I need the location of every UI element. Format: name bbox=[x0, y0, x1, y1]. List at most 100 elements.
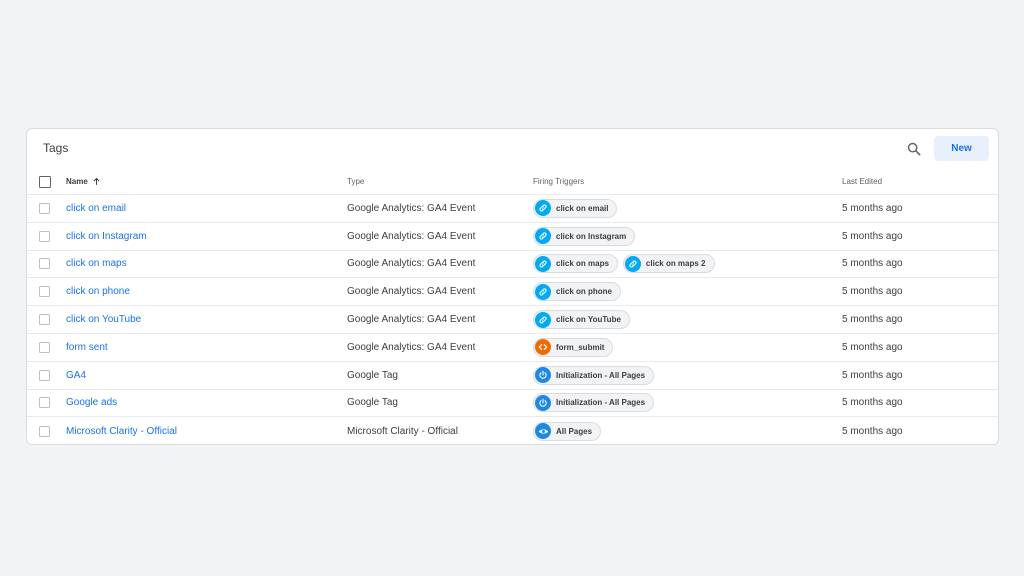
row-checkbox[interactable] bbox=[39, 425, 50, 437]
last-edited: 5 months ago bbox=[842, 314, 903, 326]
code-icon bbox=[535, 339, 551, 356]
tag-type: Google Analytics: GA4 Event bbox=[347, 258, 476, 270]
link-icon bbox=[535, 200, 551, 217]
tag-name-link[interactable]: click on email bbox=[66, 203, 126, 214]
table-row[interactable]: click on Instagram Google Analytics: GA4 … bbox=[27, 223, 998, 251]
trigger-chip-label: click on maps 2 bbox=[645, 259, 706, 269]
trigger-chip-label: All Pages bbox=[556, 426, 593, 436]
arrow-up-icon bbox=[92, 177, 101, 186]
trigger-chip[interactable]: form_submit bbox=[533, 337, 614, 357]
power-icon bbox=[535, 367, 551, 384]
trigger-chip-label: click on Instagram bbox=[556, 231, 627, 241]
card-title: Tags bbox=[43, 141, 69, 155]
last-edited: 5 months ago bbox=[842, 369, 903, 381]
tag-name-link[interactable]: Google ads bbox=[66, 397, 117, 408]
search-button[interactable] bbox=[903, 138, 925, 160]
table-row[interactable]: Microsoft Clarity - Official Microsoft Cl… bbox=[27, 417, 998, 445]
table-body: click on email Google Analytics: GA4 Even… bbox=[27, 195, 998, 445]
last-edited: 5 months ago bbox=[842, 202, 903, 214]
table-row[interactable]: form sent Google Analytics: GA4 Event form… bbox=[27, 334, 998, 362]
last-edited: 5 months ago bbox=[842, 341, 903, 353]
row-checkbox[interactable] bbox=[39, 230, 50, 242]
table-header-row: Name Type Firing Triggers Last Edited bbox=[27, 169, 998, 195]
link-icon bbox=[624, 255, 641, 272]
tag-name-link[interactable]: click on Instagram bbox=[66, 231, 147, 242]
tag-name-link[interactable]: form sent bbox=[66, 342, 108, 353]
firing-triggers: click on email bbox=[533, 195, 618, 222]
trigger-chip[interactable]: All Pages bbox=[533, 421, 602, 441]
table-row[interactable]: click on maps Google Analytics: GA4 Event… bbox=[27, 251, 998, 279]
trigger-chip[interactable]: click on Instagram bbox=[533, 226, 636, 246]
tag-name-link[interactable]: GA4 bbox=[66, 370, 86, 381]
trigger-chip-label: Initialization - All Pages bbox=[556, 370, 646, 380]
table-row[interactable]: click on YouTube Google Analytics: GA4 Ev… bbox=[27, 306, 998, 334]
row-checkbox[interactable] bbox=[39, 258, 50, 270]
link-icon bbox=[535, 283, 551, 300]
trigger-chip-label: Initialization - All Pages bbox=[556, 398, 646, 408]
row-checkbox[interactable] bbox=[39, 286, 50, 298]
tag-type: Microsoft Clarity - Official bbox=[347, 425, 458, 437]
firing-triggers: form_submit bbox=[533, 334, 614, 361]
trigger-chip-label: click on phone bbox=[556, 287, 613, 297]
table-row[interactable]: click on phone Google Analytics: GA4 Even… bbox=[27, 278, 998, 307]
firing-triggers: click on YouTube bbox=[533, 306, 630, 333]
tag-type: Google Analytics: GA4 Event bbox=[347, 202, 476, 214]
link-icon bbox=[535, 255, 551, 272]
new-button[interactable]: New bbox=[934, 136, 989, 161]
select-all-checkbox[interactable] bbox=[39, 175, 51, 188]
tag-type: Google Tag bbox=[347, 397, 398, 409]
firing-triggers: click on phone bbox=[533, 278, 622, 305]
tag-type: Google Analytics: GA4 Event bbox=[347, 286, 476, 298]
link-icon bbox=[535, 228, 551, 245]
trigger-chip[interactable]: click on email bbox=[533, 198, 618, 218]
tag-type: Google Analytics: GA4 Event bbox=[347, 314, 476, 326]
power-icon bbox=[535, 394, 551, 411]
tag-type: Google Analytics: GA4 Event bbox=[347, 341, 476, 353]
column-header-type[interactable]: Type bbox=[347, 169, 364, 194]
tag-name-link[interactable]: click on maps bbox=[66, 258, 127, 269]
row-checkbox[interactable] bbox=[39, 202, 50, 214]
trigger-chip-label: click on email bbox=[556, 203, 609, 213]
column-header-name-label: Name bbox=[66, 177, 88, 186]
last-edited: 5 months ago bbox=[842, 258, 903, 270]
table-row[interactable]: GA4 Google Tag Initialization - All Pages 5… bbox=[27, 362, 998, 390]
last-edited: 5 months ago bbox=[842, 230, 903, 242]
trigger-chip[interactable]: Initialization - All Pages bbox=[533, 365, 655, 385]
tag-name-link[interactable]: click on phone bbox=[66, 286, 130, 297]
row-checkbox[interactable] bbox=[39, 341, 50, 353]
tag-name-link[interactable]: click on YouTube bbox=[66, 314, 141, 325]
firing-triggers: Initialization - All Pages bbox=[533, 362, 655, 389]
trigger-chip-label: click on YouTube bbox=[556, 315, 621, 325]
eye-icon bbox=[535, 423, 551, 440]
trigger-chip[interactable]: Initialization - All Pages bbox=[533, 393, 655, 413]
row-checkbox[interactable] bbox=[39, 314, 50, 326]
firing-triggers: Initialization - All Pages bbox=[533, 390, 655, 417]
card-header: Tags New bbox=[27, 129, 998, 169]
link-icon bbox=[535, 311, 551, 328]
trigger-chip-label: click on maps bbox=[556, 259, 609, 269]
firing-triggers: click on Instagram bbox=[533, 223, 636, 250]
trigger-chip[interactable]: click on phone bbox=[533, 282, 622, 302]
trigger-chip[interactable]: click on maps 2 bbox=[622, 254, 715, 274]
trigger-chip[interactable]: click on YouTube bbox=[533, 310, 630, 330]
firing-triggers: All Pages bbox=[533, 417, 602, 445]
firing-triggers: click on maps click on maps 2 bbox=[533, 251, 715, 278]
tag-type: Google Analytics: GA4 Event bbox=[347, 230, 476, 242]
trigger-chip-label: form_submit bbox=[556, 342, 605, 352]
last-edited: 5 months ago bbox=[842, 397, 903, 409]
column-header-name[interactable]: Name bbox=[66, 169, 101, 194]
trigger-chip[interactable]: click on maps bbox=[533, 254, 618, 274]
table-row[interactable]: Google ads Google Tag Initialization - All… bbox=[27, 390, 998, 418]
tags-card: Tags New Name Type Firing Triggers Last … bbox=[26, 128, 999, 445]
column-header-last-edited[interactable]: Last Edited bbox=[842, 169, 882, 194]
table-row[interactable]: click on email Google Analytics: GA4 Even… bbox=[27, 195, 998, 223]
last-edited: 5 months ago bbox=[842, 425, 903, 437]
row-checkbox[interactable] bbox=[39, 369, 50, 381]
row-checkbox[interactable] bbox=[39, 397, 50, 409]
search-icon bbox=[907, 142, 921, 156]
column-header-triggers[interactable]: Firing Triggers bbox=[533, 169, 584, 194]
tag-type: Google Tag bbox=[347, 369, 398, 381]
tags-table: Name Type Firing Triggers Last Edited cl… bbox=[27, 169, 998, 445]
last-edited: 5 months ago bbox=[842, 286, 903, 298]
tag-name-link[interactable]: Microsoft Clarity - Official bbox=[66, 426, 177, 437]
